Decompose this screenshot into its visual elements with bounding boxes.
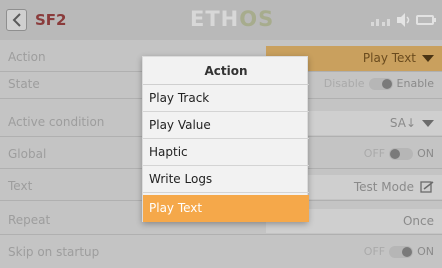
popup-item-play-text[interactable]: Play Text <box>143 195 309 222</box>
toggle-knob <box>402 246 413 257</box>
row-skip-on-startup: Skip on startup OFF ON <box>0 240 442 267</box>
action-popup: Action Play Track Play Value Haptic Writ… <box>142 56 309 222</box>
repeat-value: Once <box>402 214 434 228</box>
active-condition-text: SA↓ <box>389 116 416 130</box>
popup-item-write-logs[interactable]: Write Logs <box>143 166 309 193</box>
global-toggle[interactable]: OFF ON <box>364 147 434 160</box>
toggle-track <box>368 77 393 90</box>
row-label-repeat: Repeat <box>8 213 51 227</box>
popup-item-play-track[interactable]: Play Track <box>143 85 309 112</box>
toggle-off-label: OFF <box>363 147 386 160</box>
state-toggle[interactable]: Disable Enable <box>324 77 434 90</box>
action-value-text: Play Text <box>362 51 416 65</box>
toggle-off-label: Disable <box>323 77 365 90</box>
row-label-state: State <box>8 77 40 91</box>
popup-item-haptic[interactable]: Haptic <box>143 139 309 166</box>
toggle-knob <box>381 78 392 89</box>
logo-main-text: ETH <box>190 7 240 31</box>
chevron-left-icon <box>12 13 21 27</box>
toggle-on-label: ON <box>417 245 434 258</box>
logo-accent-text: OS <box>239 7 275 31</box>
row-label-action: Action <box>8 50 46 64</box>
ethos-logo: ETHOS <box>190 7 274 31</box>
action-value: Play Text <box>363 51 434 65</box>
toggle-knob <box>390 148 401 159</box>
chevron-down-icon <box>422 54 434 62</box>
text-value-text: Test Mode <box>353 180 414 194</box>
row-label-text: Text <box>8 179 33 193</box>
back-button[interactable] <box>6 9 27 31</box>
chevron-down-icon <box>422 119 434 127</box>
radio-signal-icon <box>371 19 390 26</box>
toggle-track <box>389 147 414 160</box>
toggle-off-label: OFF <box>363 245 386 258</box>
battery-icon <box>416 15 436 25</box>
row-label-global: Global <box>8 147 47 161</box>
text-value: Test Mode <box>354 180 434 194</box>
popup-title: Action <box>143 57 309 85</box>
popup-item-play-value[interactable]: Play Value <box>143 112 309 139</box>
edit-icon <box>420 181 434 193</box>
toggle-track <box>389 245 414 258</box>
skip-on-startup-toggle[interactable]: OFF ON <box>364 245 434 258</box>
speaker-icon <box>397 13 410 27</box>
page-title: SF2 <box>35 11 67 29</box>
active-condition-value: SA↓ <box>390 116 434 130</box>
header-bar: SF2 ETHOS <box>0 0 442 40</box>
status-icons <box>370 12 436 28</box>
row-label-active-condition: Active condition <box>8 115 105 129</box>
toggle-on-label: Enable <box>396 77 434 90</box>
row-label-skip-on-startup: Skip on startup <box>8 245 100 259</box>
special-function-screen: SF2 ETHOS Action Play Text State Disable… <box>0 0 442 268</box>
toggle-on-label: ON <box>417 147 434 160</box>
